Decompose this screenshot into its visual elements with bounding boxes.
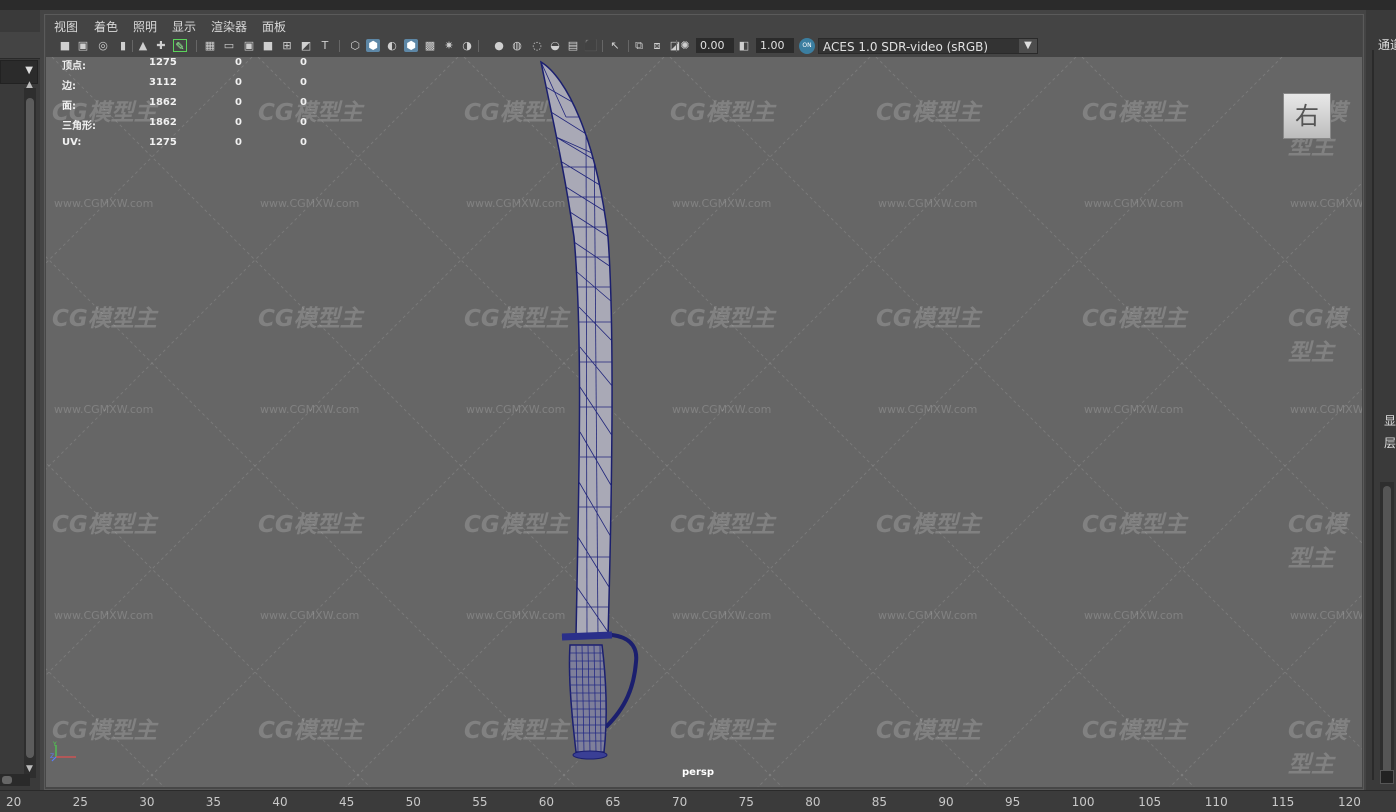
sword-model[interactable] [46, 57, 1362, 787]
isolate-select-icon[interactable]: ▤ [566, 39, 580, 52]
svg-text:Z: Z [50, 753, 54, 760]
camera-tools-icon[interactable]: ◎ [96, 39, 110, 52]
separator [602, 40, 603, 52]
gamma-icon[interactable]: ◧ [737, 39, 751, 52]
exposure-icon[interactable]: ✺ [678, 39, 692, 52]
xray-active-icon[interactable]: ↖ [608, 39, 622, 52]
layer-tab[interactable]: 层 [1384, 434, 1396, 451]
panel-corner-box [1380, 770, 1394, 784]
timeline-tick-label: 25 [72, 795, 88, 809]
horizontal-scrollbar[interactable] [0, 774, 30, 786]
grease-pencil-icon[interactable]: ✎ [173, 39, 187, 53]
color-management-toggle[interactable]: ON [799, 38, 815, 54]
wireframe-icon[interactable]: ⬡ [348, 39, 362, 52]
right-panel: 通道 显 层 [1366, 10, 1396, 790]
safe-title-icon[interactable]: T [318, 39, 332, 52]
motion-blur-icon[interactable]: ◍ [510, 39, 524, 52]
timeline-tick-label: 55 [472, 795, 488, 809]
anti-aliasing-icon[interactable]: ◌ [530, 39, 544, 52]
timeline-tick-label: 95 [1005, 795, 1021, 809]
separator [339, 40, 340, 52]
channel-box-tab[interactable]: 通道 [1378, 36, 1396, 53]
timeline-tick-label: 20 [6, 795, 22, 809]
scroll-down-icon[interactable]: ▼ [26, 764, 33, 774]
camera-name-label: persp [682, 767, 714, 778]
hscroll-thumb[interactable] [2, 776, 12, 784]
2d-pan-zoom-icon[interactable]: ✚ [154, 39, 168, 52]
right-scrollbar[interactable] [1380, 482, 1394, 782]
left-panel: ▼ ▲ ▼ [0, 10, 40, 790]
svg-text:Y: Y [52, 741, 57, 748]
smooth-shade-icon[interactable]: ⬢ [366, 39, 380, 52]
safe-action-icon[interactable]: ◩ [299, 39, 313, 52]
left-scrollbar[interactable] [24, 88, 36, 778]
separator [132, 40, 133, 52]
wireframe-on-shaded-icon[interactable]: ⬢ [404, 39, 418, 52]
separator [478, 40, 479, 52]
grid-icon[interactable]: ▦ [203, 39, 217, 52]
timeline-tick-label: 45 [339, 795, 355, 809]
color-space-label: ACES 1.0 SDR-video (sRGB) [823, 40, 989, 54]
timeline-tick-label: 50 [405, 795, 421, 809]
xray-joints-icon[interactable]: ⬛ [584, 39, 598, 52]
timeline-tick-label: 90 [938, 795, 954, 809]
separator [676, 40, 677, 52]
gamma-field[interactable]: 1.00 [756, 38, 794, 53]
select-camera-icon[interactable]: ⧉ [632, 39, 646, 52]
panel-toolbar: ■ ▣ ◎ ▮ ▲ ✚ ✎ ▦ ▭ ▣ ■ ⊞ ◩ T ⬡ ⬢ ◐ ⬢ ▩ ✷ … [46, 35, 1362, 57]
separator [196, 40, 197, 52]
timeline-tick-label: 75 [738, 795, 754, 809]
timeline-tick-label: 35 [205, 795, 222, 809]
menu-lighting[interactable]: 照明 [133, 18, 157, 35]
menu-shading[interactable]: 着色 [94, 18, 118, 35]
depth-of-field-icon[interactable]: ◒ [548, 39, 562, 52]
textured-icon[interactable]: ▩ [423, 39, 437, 52]
left-panel-header [0, 32, 40, 59]
timeline-tick-label: 65 [605, 795, 621, 809]
camera-icon[interactable]: ■ [58, 39, 72, 52]
3d-viewport[interactable]: CG模型主 www.CGMXW.com CG模型主 www.CGMXW.com CG模型… [46, 57, 1362, 787]
film-gate-icon[interactable]: ▭ [222, 39, 236, 52]
gate-mask-icon[interactable]: ■ [261, 39, 275, 52]
timeline-tick-label: 120 [1338, 795, 1361, 809]
default-material-icon[interactable]: ◐ [385, 39, 399, 52]
timeline-tick-label: 85 [871, 795, 888, 809]
menu-show[interactable]: 显示 [172, 18, 196, 35]
timeline-tick-label: 30 [139, 795, 155, 809]
exposure-field[interactable]: 0.00 [696, 38, 734, 53]
panel-divider[interactable] [1372, 50, 1374, 780]
time-slider[interactable]: 20 25 30 35 40 45 50 55 60 65 70 75 80 85 90 95 100 105 11… [0, 790, 1396, 812]
separator [628, 40, 629, 52]
timeline-tick-label: 110 [1204, 795, 1228, 809]
scroll-thumb[interactable] [1383, 486, 1391, 776]
panel-menu-bar: 视图 着色 照明 显示 渲染器 面板 [46, 15, 1362, 35]
chevron-down-icon: ▼ [1019, 39, 1037, 53]
timeline-tick-label: 40 [272, 795, 288, 809]
camera-attributes-icon[interactable]: ▣ [76, 39, 90, 52]
timeline-tick-label: 80 [805, 795, 821, 809]
menu-panels[interactable]: 面板 [262, 18, 286, 35]
scroll-thumb[interactable] [26, 98, 34, 758]
lights-icon[interactable]: ✷ [442, 39, 456, 52]
resolution-gate-icon[interactable]: ▣ [242, 39, 256, 52]
view-cube[interactable]: 右 [1283, 93, 1331, 139]
top-strip [0, 0, 1396, 10]
axis-gizmo: Y Z [50, 741, 76, 762]
bookmark-icon[interactable]: ▮ [116, 39, 130, 52]
screen-space-ao-icon[interactable]: ● [492, 39, 506, 52]
timeline-tick-label: 60 [538, 795, 555, 809]
timeline-tick-label: 105 [1138, 795, 1162, 809]
field-chart-icon[interactable]: ⊞ [280, 39, 294, 52]
display-layer-tab[interactable]: 显 [1384, 412, 1396, 429]
menu-view[interactable]: 视图 [54, 18, 78, 35]
shadows-icon[interactable]: ◑ [460, 39, 474, 52]
menu-renderer[interactable]: 渲染器 [211, 18, 247, 35]
image-plane-icon[interactable]: ▲ [136, 39, 150, 52]
timeline-tick-label: 115 [1271, 795, 1295, 809]
chevron-down-icon: ▼ [25, 65, 33, 76]
color-space-dropdown[interactable]: ACES 1.0 SDR-video (sRGB) ▼ [818, 38, 1038, 54]
timeline-tick-label: 100 [1071, 795, 1095, 809]
backface-icon[interactable]: ⧈ [650, 39, 664, 52]
timeline-tick-label: 70 [672, 795, 688, 809]
